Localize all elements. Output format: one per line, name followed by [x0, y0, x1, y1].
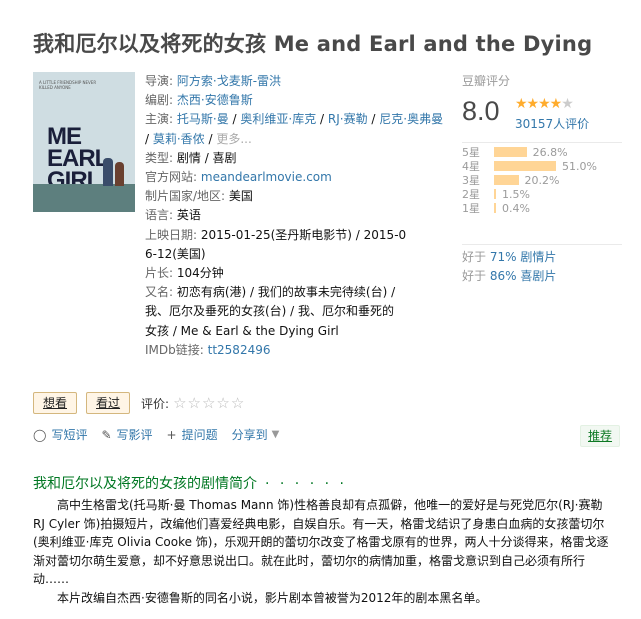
- chevron-down-icon: ▼: [271, 429, 280, 440]
- write-short-review-button[interactable]: ◯ 写短评: [33, 426, 87, 443]
- official-site-link[interactable]: meandearlmovie.com: [201, 170, 332, 184]
- divider: [462, 244, 622, 245]
- rating-bar-row: 4星 51.0%: [462, 159, 597, 174]
- rating-bar-row: 2星 1.5%: [462, 187, 597, 202]
- aka-cont: 女孩 / Me & Earl & the Dying Girl: [145, 323, 339, 338]
- poster-title: ME EARL GIRL: [47, 123, 109, 194]
- rating-bar-pct: 0.4%: [502, 201, 530, 215]
- pencil-icon: ✎: [101, 427, 112, 442]
- imdb-link[interactable]: tt2582496: [208, 343, 271, 357]
- page-title: 我和厄尔以及将死的女孩 Me and Earl and the Dying: [33, 32, 593, 56]
- divider: [462, 142, 622, 143]
- aka: 初恋有病(港) / 我们的故事未完待续(台) /: [176, 285, 396, 300]
- rating-distribution: 5星 26.8% 4星 51.0% 3星 20.2% 2星 1.5% 1星 0.4%: [462, 145, 597, 216]
- rating-bar-pct: 51.0%: [562, 159, 597, 173]
- recommend-button[interactable]: 推荐: [580, 425, 621, 447]
- cast-link[interactable]: 尼克·奥弗曼: [379, 112, 443, 126]
- watched-button[interactable]: 看过: [86, 392, 131, 414]
- want-to-watch-button[interactable]: 想看: [33, 392, 78, 414]
- rating-bar: [494, 147, 527, 157]
- poster-figure: [115, 162, 124, 186]
- runtime: 104分钟: [176, 266, 224, 281]
- rating-bar-pct: 20.2%: [524, 173, 560, 187]
- summary-paragraph: 本片改编自杰西·安德鲁斯的同名小说，影片剧本曾被誉为2012年的剧本黑名单。: [57, 590, 488, 605]
- rating-panel: 豆瓣评分 8.0 ★★★★★ 30157人评价 5星 26.8% 4星 51.0% 3星…: [462, 72, 622, 283]
- country: 美国: [228, 189, 253, 204]
- cast-link[interactable]: RJ·赛勒: [328, 112, 368, 126]
- rating-bar-pct: 26.8%: [532, 145, 568, 159]
- rate-label: 评价:: [141, 396, 170, 411]
- poster-figure: [103, 158, 113, 186]
- write-review-button[interactable]: ✎ 写影评: [101, 426, 152, 443]
- genre: 剧情 / 喜剧: [176, 150, 237, 165]
- toolbar: ◯ 写短评 ✎ 写影评 + 提问题 分享到 ▼: [33, 426, 293, 443]
- language: 英语: [176, 208, 201, 223]
- votes-link[interactable]: 30157人评价: [515, 115, 589, 132]
- better-drama-link[interactable]: 71% 剧情片: [490, 250, 557, 264]
- poster-tagline: A LITTLE FRIENDSHIP NEVER KILLED ANYONE: [39, 80, 97, 90]
- movie-info: 导演: 阿方索·戈麦斯-雷洪 编剧: 杰西·安德鲁斯 主演: 托马斯·曼 / 奥…: [145, 74, 444, 357]
- rating-label: 豆瓣评分: [462, 74, 511, 88]
- rating-bar-row: 5星 26.8%: [462, 145, 597, 160]
- comment-icon: ◯: [33, 427, 47, 442]
- summary-body: 高中生格雷戈(托马斯·曼 Thomas Mann 饰)性格善良却有点孤僻，他唯一…: [33, 496, 615, 607]
- cast-link[interactable]: 托马斯·曼: [177, 112, 229, 126]
- rating-bar-pct: 1.5%: [502, 187, 530, 201]
- summary-paragraph: 高中生格雷戈(托马斯·曼 Thomas Mann 饰)性格善良却有点孤僻，他唯一…: [33, 498, 609, 586]
- director-link[interactable]: 阿方索·戈麦斯-雷洪: [177, 74, 281, 88]
- action-bar: 想看 看过 评价: ☆☆☆☆☆: [33, 392, 245, 414]
- release-date-cont: 6-12(美国): [145, 246, 206, 261]
- ask-question-button[interactable]: + 提问题: [167, 426, 218, 443]
- better-comedy-link[interactable]: 86% 喜剧片: [490, 269, 557, 283]
- cast-link[interactable]: 奥利维亚·库克: [240, 112, 316, 126]
- more-cast-link[interactable]: 更多...: [216, 132, 251, 146]
- poster-ground: [33, 184, 135, 212]
- rating-bar-row: 1星 0.4%: [462, 201, 597, 216]
- rating-bar: [494, 189, 496, 199]
- cast-link[interactable]: 莫莉·香侬: [153, 132, 205, 146]
- aka-cont: 我、厄尔及垂死的女孩(台) / 我、厄尔和垂死的: [145, 304, 395, 319]
- rating-score: 8.0: [462, 96, 500, 126]
- movie-poster[interactable]: A LITTLE FRIENDSHIP NEVER KILLED ANYONE …: [33, 72, 135, 212]
- share-button[interactable]: 分享到 ▼: [232, 426, 280, 443]
- writer-link[interactable]: 杰西·安德鲁斯: [177, 93, 253, 107]
- rating-bar: [494, 175, 519, 185]
- release-date: 2015-01-25(圣丹斯电影节) / 2015-0: [200, 227, 407, 242]
- rating-bar-row: 3星 20.2%: [462, 173, 597, 188]
- rating-bar: [494, 161, 556, 171]
- plus-icon: +: [166, 427, 177, 442]
- rating-bar: [494, 203, 496, 213]
- cast-row: 主演: 托马斯·曼 / 奥利维亚·库克 / RJ·赛勒 / 尼克·奥弗曼 / 莫…: [145, 112, 444, 146]
- better-than: 好于 71% 剧情片 好于 86% 喜剧片: [462, 250, 557, 283]
- rate-stars-icon[interactable]: ☆☆☆☆☆: [173, 394, 245, 412]
- rating-bar-label: 1星: [462, 202, 480, 215]
- rating-stars-icon: ★★★★★: [515, 96, 574, 112]
- summary-title: 我和厄尔以及将死的女孩的剧情简介 · · · · · ·: [33, 476, 347, 492]
